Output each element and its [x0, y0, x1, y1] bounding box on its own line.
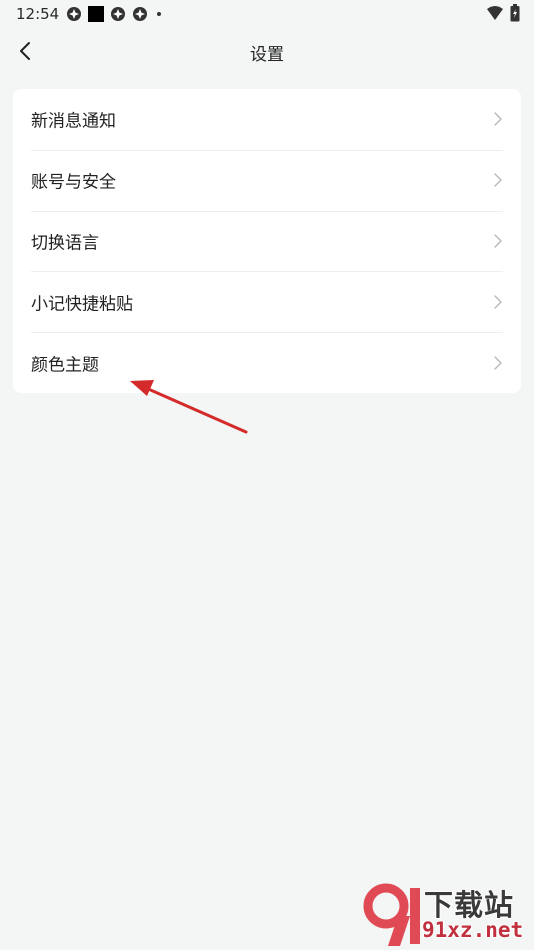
app-icon: [133, 7, 147, 21]
chevron-right-icon: [494, 355, 502, 370]
watermark-domain: 91xz.net: [422, 918, 524, 942]
app-icon: [67, 7, 81, 21]
settings-item-label: 小记快捷粘贴: [31, 294, 133, 315]
wifi-icon: [487, 6, 503, 20]
chevron-right-icon: [494, 234, 502, 248]
battery-icon: [510, 4, 520, 22]
settings-item-account-security[interactable]: 账号与安全: [13, 149, 521, 211]
settings-item-label: 切换语言: [31, 233, 99, 254]
settings-item-notifications[interactable]: 新消息通知: [13, 89, 521, 150]
settings-item-language[interactable]: 切换语言: [13, 210, 521, 272]
status-icons-left: [66, 5, 164, 23]
status-bar: 12:54: [0, 0, 534, 28]
page-title: 设置: [250, 45, 284, 65]
annotation-arrow-icon: [130, 380, 248, 434]
header: 设置: [0, 30, 534, 74]
settings-item-quick-paste[interactable]: 小记快捷粘贴: [13, 271, 521, 332]
chevron-right-icon: [494, 173, 502, 187]
black-square-icon: [88, 6, 104, 22]
settings-item-label: 账号与安全: [31, 172, 116, 193]
chevron-right-icon: [494, 295, 502, 309]
app-icon: [111, 7, 125, 21]
watermark-logo-icon: [363, 883, 420, 946]
dot-icon: [157, 12, 161, 16]
watermark: 下载站 91xz.net: [358, 882, 530, 948]
chevron-right-icon: [494, 112, 502, 127]
settings-item-label: 新消息通知: [31, 111, 116, 132]
settings-list: 新消息通知 账号与安全 切换语言 小记快捷粘贴 颜色主题: [13, 89, 521, 393]
settings-item-label: 颜色主题: [31, 355, 99, 376]
status-time: 12:54: [16, 5, 60, 23]
status-icons-right: [486, 4, 520, 22]
settings-item-color-theme[interactable]: 颜色主题: [13, 332, 521, 393]
